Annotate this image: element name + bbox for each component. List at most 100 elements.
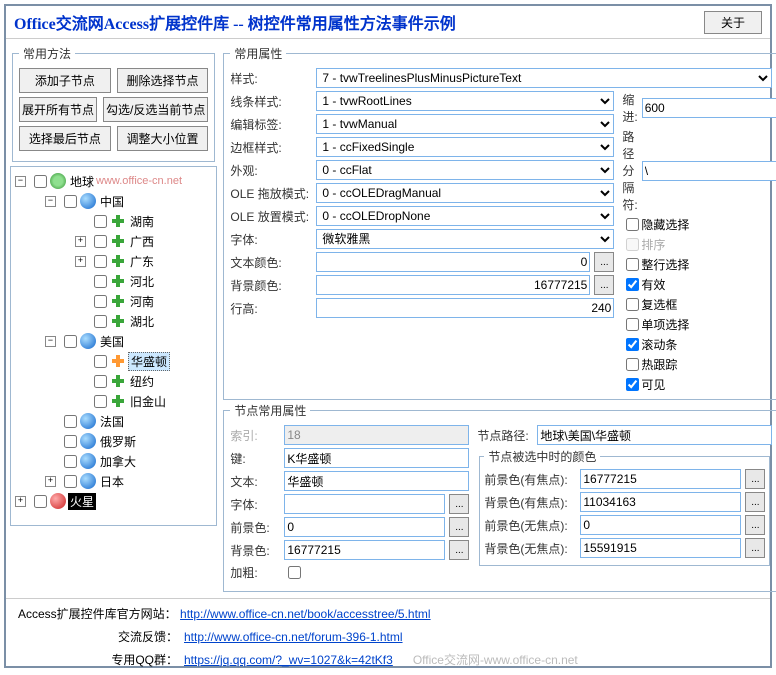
tree-label-earth[interactable]: 地球 — [68, 173, 96, 190]
main-window: Office交流网Access扩展控件库 -- 树控件常用属性方法事件示例 关于… — [4, 4, 772, 668]
tree-label-usa[interactable]: 美国 — [98, 333, 126, 350]
ball-blue-icon — [80, 433, 96, 449]
bgcolor-picker-button[interactable]: ... — [594, 275, 614, 295]
tree-checkbox[interactable] — [94, 355, 107, 368]
tree-checkbox[interactable] — [34, 175, 47, 188]
tree-checkbox[interactable] — [94, 275, 107, 288]
border-label: 边框样式: — [230, 139, 312, 156]
tree-label-china[interactable]: 中国 — [98, 193, 126, 210]
tree-label[interactable]: 湖南 — [128, 213, 156, 230]
node-properties-fieldset: 节点常用属性 索引: 键: 文本: 字体:... 前景色:... 背景色:...… — [223, 402, 776, 592]
tree-label-mars[interactable]: 火星 — [68, 493, 96, 510]
tree-label[interactable]: 河北 — [128, 273, 156, 290]
tree-label[interactable]: 日本 — [98, 473, 126, 490]
expand-all-button[interactable]: 展开所有节点 — [19, 97, 97, 122]
key-input[interactable] — [284, 448, 469, 468]
bold-check[interactable] — [288, 566, 301, 579]
fg-nofocus-input[interactable] — [580, 515, 741, 535]
tree-checkbox[interactable] — [34, 495, 47, 508]
oledrop-select[interactable]: 0 - ccOLEDropNone — [316, 206, 614, 226]
tree-label[interactable]: 法国 — [98, 413, 126, 430]
path-label: 节点路径: — [477, 427, 533, 444]
tree-label[interactable]: 纽约 — [128, 373, 156, 390]
expand-icon[interactable]: + — [75, 256, 86, 267]
tree-label[interactable]: 湖北 — [128, 313, 156, 330]
forecolor-picker-button[interactable]: ... — [449, 517, 469, 537]
tree-checkbox[interactable] — [64, 195, 77, 208]
textcolor-input[interactable] — [316, 252, 590, 272]
collapse-icon[interactable]: − — [15, 176, 26, 187]
backcolor-input[interactable] — [284, 540, 445, 560]
style-select[interactable]: 7 - tvwTreelinesPlusMinusPictureText — [316, 68, 772, 88]
oledrag-select[interactable]: 0 - ccOLEDragManual — [316, 183, 614, 203]
fullrow-check[interactable]: 整行选择 — [626, 256, 772, 273]
tree-label-washington[interactable]: 华盛顿 — [128, 352, 170, 371]
tree-checkbox[interactable] — [64, 415, 77, 428]
hottrack-check[interactable]: 热跟踪 — [626, 356, 772, 373]
tree-view[interactable]: −地球www.office-cn.net −中国 湖南 +广西 +广东 河北 河… — [10, 166, 217, 526]
forecolor-input[interactable] — [284, 517, 445, 537]
toggle-check-button[interactable]: 勾选/反选当前节点 — [103, 97, 208, 122]
text-input[interactable] — [284, 471, 469, 491]
site-link[interactable]: http://www.office-cn.net/book/accesstree… — [180, 607, 431, 621]
fg-focus-picker-button[interactable]: ... — [745, 469, 765, 489]
tree-checkbox[interactable] — [94, 215, 107, 228]
expand-icon[interactable]: + — [15, 496, 26, 507]
tree-checkbox[interactable] — [94, 375, 107, 388]
delete-selected-node-button[interactable]: 删除选择节点 — [117, 68, 209, 93]
hidesel-check[interactable]: 隐藏选择 — [626, 216, 772, 233]
expand-icon[interactable]: + — [45, 476, 56, 487]
scroll-check[interactable]: 滚动条 — [626, 336, 772, 353]
qq-link[interactable]: https://jq.qq.com/?_wv=1027&k=42tKf3 — [184, 653, 393, 667]
about-button[interactable]: 关于 — [704, 11, 762, 34]
tree-label[interactable]: 广西 — [128, 233, 156, 250]
linestyle-label: 线条样式: — [230, 93, 312, 110]
tree-checkbox[interactable] — [64, 435, 77, 448]
path-input[interactable] — [537, 425, 772, 445]
bg-nofocus-input[interactable] — [580, 538, 741, 558]
collapse-icon[interactable]: − — [45, 336, 56, 347]
add-child-node-button[interactable]: 添加子节点 — [19, 68, 111, 93]
tree-checkbox[interactable] — [64, 475, 77, 488]
pathsep-input[interactable] — [642, 161, 776, 181]
nodefont-input[interactable] — [284, 494, 445, 514]
linestyle-select[interactable]: 1 - tvwRootLines — [316, 91, 614, 111]
tree-label[interactable]: 河南 — [128, 293, 156, 310]
fg-nofocus-picker-button[interactable]: ... — [745, 515, 765, 535]
single-check[interactable]: 单项选择 — [626, 316, 772, 333]
feedback-link[interactable]: http://www.office-cn.net/forum-396-1.htm… — [184, 630, 403, 644]
tree-label[interactable]: 加拿大 — [98, 453, 138, 470]
resize-button[interactable]: 调整大小位置 — [117, 126, 209, 151]
bg-focus-input[interactable] — [580, 492, 741, 512]
tree-checkbox[interactable] — [94, 295, 107, 308]
indent-input[interactable] — [642, 98, 776, 118]
enabled-check[interactable]: 有效 — [626, 276, 772, 293]
tree-checkbox[interactable] — [64, 335, 77, 348]
textcolor-picker-button[interactable]: ... — [594, 252, 614, 272]
nodefont-picker-button[interactable]: ... — [449, 494, 469, 514]
fg-focus-input[interactable] — [580, 469, 741, 489]
tree-checkbox[interactable] — [94, 315, 107, 328]
bg-nofocus-picker-button[interactable]: ... — [745, 538, 765, 558]
tree-checkbox[interactable] — [64, 455, 77, 468]
bg-focus-picker-button[interactable]: ... — [745, 492, 765, 512]
visible-check[interactable]: 可见 — [626, 376, 772, 393]
tree-label[interactable]: 广东 — [128, 253, 156, 270]
tree-checkbox[interactable] — [94, 255, 107, 268]
sort-check[interactable]: 排序 — [626, 236, 772, 253]
tree-checkbox[interactable] — [94, 395, 107, 408]
border-select[interactable]: 1 - ccFixedSingle — [316, 137, 614, 157]
tree-label[interactable]: 俄罗斯 — [98, 433, 138, 450]
select-last-button[interactable]: 选择最后节点 — [19, 126, 111, 151]
tree-checkbox[interactable] — [94, 235, 107, 248]
collapse-icon[interactable]: − — [45, 196, 56, 207]
rowheight-input[interactable] — [316, 298, 614, 318]
font-select[interactable]: 微软雅黑 — [316, 229, 614, 249]
editlabel-select[interactable]: 1 - tvwManual — [316, 114, 614, 134]
appearance-select[interactable]: 0 - ccFlat — [316, 160, 614, 180]
tree-label[interactable]: 旧金山 — [128, 393, 168, 410]
bgcolor-input[interactable] — [316, 275, 590, 295]
expand-icon[interactable]: + — [75, 236, 86, 247]
backcolor-picker-button[interactable]: ... — [449, 540, 469, 560]
checkbox-check[interactable]: 复选框 — [626, 296, 772, 313]
